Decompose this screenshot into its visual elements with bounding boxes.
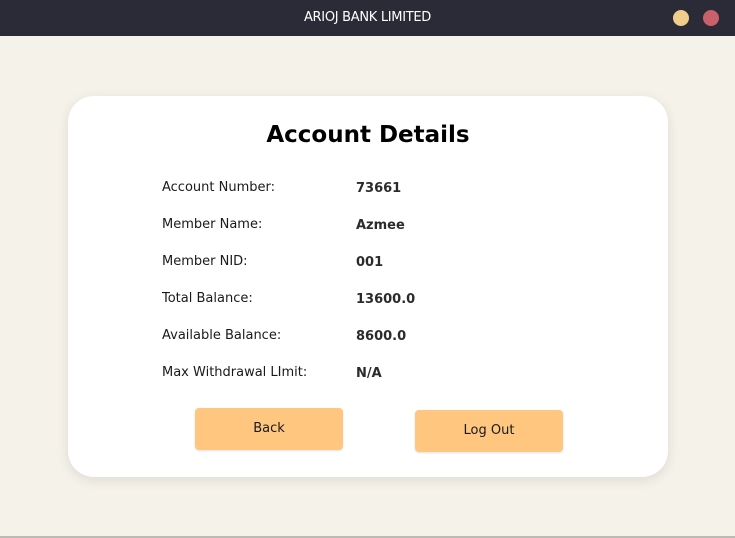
account-number-value: 73661 bbox=[356, 181, 402, 196]
member-name-label: Member Name: bbox=[162, 217, 263, 232]
available-balance-value: 8600.0 bbox=[356, 329, 407, 344]
close-window-button[interactable] bbox=[703, 10, 719, 26]
available-balance-row: Available Balance: 8600.0 bbox=[162, 328, 582, 348]
available-balance-label: Available Balance: bbox=[162, 328, 282, 343]
account-number-label: Account Number: bbox=[162, 180, 275, 195]
max-withdrawal-limit-row: Max Withdrawal LImit: N/A bbox=[162, 365, 582, 385]
max-withdrawal-limit-label: Max Withdrawal LImit: bbox=[162, 365, 308, 380]
member-name-row: Member Name: Azmee bbox=[162, 217, 582, 237]
member-nid-label: Member NID: bbox=[162, 254, 248, 269]
window-title: ARIOJ BANK LIMITED bbox=[303, 10, 432, 25]
account-number-row: Account Number: 73661 bbox=[162, 180, 582, 200]
total-balance-label: Total Balance: bbox=[162, 291, 253, 306]
max-withdrawal-limit-value: N/A bbox=[356, 366, 382, 381]
minimize-window-button[interactable] bbox=[673, 10, 689, 26]
total-balance-row: Total Balance: 13600.0 bbox=[162, 291, 582, 311]
member-nid-value: 001 bbox=[356, 255, 384, 270]
member-nid-row: Member NID: 001 bbox=[162, 254, 582, 274]
account-details-card: Account Details Account Number: 73661 Me… bbox=[68, 96, 668, 477]
member-name-value: Azmee bbox=[356, 218, 405, 233]
title-bar: ARIOJ BANK LIMITED bbox=[0, 0, 735, 36]
log-out-button[interactable]: Log Out bbox=[415, 410, 563, 452]
page-title: Account Details bbox=[266, 122, 470, 148]
back-button[interactable]: Back bbox=[195, 408, 343, 450]
total-balance-value: 13600.0 bbox=[356, 292, 416, 307]
